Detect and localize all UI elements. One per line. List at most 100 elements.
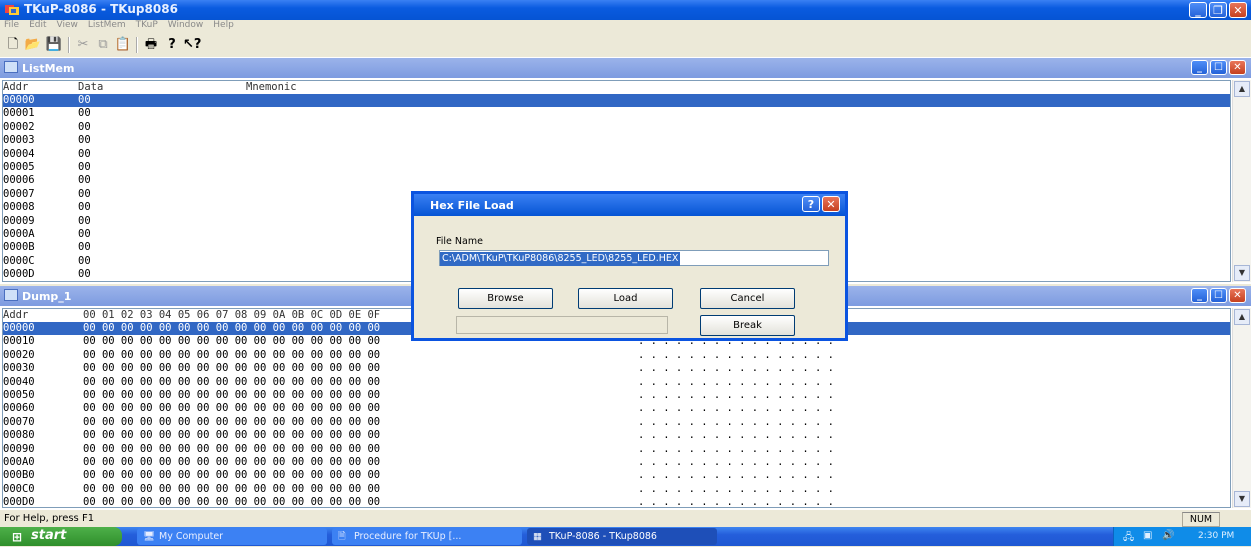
dump-scrollbar[interactable]: ▲ ▼ — [1232, 308, 1251, 508]
dump-row[interactable]: 000A0 00 00 00 00 00 00 00 00 00 00 00 00… — [3, 456, 1230, 469]
row-addr: 0000B — [3, 241, 35, 254]
task-label: TKuP-8086 - TKup8086 — [549, 531, 657, 542]
row-bytes: 00 00 00 00 00 00 00 00 00 00 00 00 00 0… — [83, 429, 381, 442]
row-data: 00 — [78, 227, 91, 240]
open-folder-icon[interactable]: 📂 — [24, 36, 42, 54]
help-icon[interactable]: ? — [802, 196, 820, 212]
row-data: 00 — [78, 120, 91, 133]
task-procedure-doc[interactable]: 🗎 Procedure for TKUp [... — [332, 528, 522, 545]
row-data: 00 — [78, 187, 91, 200]
scroll-up-icon[interactable]: ▲ — [1234, 309, 1250, 325]
menu-bar: File Edit View ListMem TKuP Window Help — [0, 20, 1251, 33]
app-title: TKuP-8086 - TKup8086 — [24, 2, 178, 16]
restore-button[interactable]: ❐ — [1209, 2, 1227, 18]
dump-minimize-button[interactable]: _ — [1191, 288, 1208, 303]
start-button[interactable]: ⊞ start — [0, 527, 122, 546]
row-bytes: 00 00 00 00 00 00 00 00 00 00 00 00 00 0… — [83, 496, 381, 508]
dump-row[interactable]: 00080 00 00 00 00 00 00 00 00 00 00 00 00… — [3, 429, 1230, 442]
dump-row[interactable]: 000B0 00 00 00 00 00 00 00 00 00 00 00 00… — [3, 469, 1230, 482]
new-file-icon[interactable]: 🗋 — [4, 36, 22, 54]
scroll-up-icon[interactable]: ▲ — [1234, 81, 1250, 97]
row-addr: 00040 — [3, 375, 35, 388]
dump-row[interactable]: 00030 00 00 00 00 00 00 00 00 00 00 00 00… — [3, 362, 1230, 375]
row-data: 00 — [78, 241, 91, 254]
cancel-button[interactable]: Cancel — [700, 288, 795, 309]
dialog-close-button[interactable]: ✕ — [822, 196, 840, 212]
save-icon[interactable]: 💾 — [45, 36, 63, 54]
listmem-row[interactable]: 00006 00 — [3, 174, 1230, 187]
listmem-maximize-button[interactable]: ☐ — [1210, 60, 1227, 75]
row-bytes: 00 00 00 00 00 00 00 00 00 00 00 00 00 0… — [83, 482, 381, 495]
app-title-bar[interactable]: TKuP-8086 - TKup8086 _ ❐ ✕ — [0, 0, 1251, 20]
dump-row[interactable]: 000C0 00 00 00 00 00 00 00 00 00 00 00 00… — [3, 483, 1230, 496]
dump-row[interactable]: 00050 00 00 00 00 00 00 00 00 00 00 00 00… — [3, 389, 1230, 402]
print-icon[interactable]: 🖶 — [142, 36, 160, 54]
dump-row[interactable]: 00040 00 00 00 00 00 00 00 00 00 00 00 00… — [3, 376, 1230, 389]
listmem-row[interactable]: 00002 00 — [3, 121, 1230, 134]
row-data: 00 — [78, 160, 91, 173]
network-icon[interactable]: 🖧 — [1123, 530, 1134, 547]
menu-view[interactable]: View — [57, 20, 78, 30]
listmem-row[interactable]: 00004 00 — [3, 148, 1230, 161]
browse-button[interactable]: Browse — [458, 288, 553, 309]
minimize-button[interactable]: _ — [1189, 2, 1207, 18]
break-button[interactable]: Break — [700, 315, 795, 336]
row-ascii: . . . . . . . . . . . . . . . . — [638, 455, 834, 468]
volume-icon[interactable]: 🔊 — [1162, 530, 1174, 541]
row-ascii: . . . . . . . . . . . . . . . . — [638, 429, 834, 442]
context-help-icon[interactable]: ↖? — [183, 36, 201, 54]
row-bytes: 00 00 00 00 00 00 00 00 00 00 00 00 00 0… — [83, 469, 381, 482]
menu-edit[interactable]: Edit — [29, 20, 46, 30]
listmem-row[interactable]: 00005 00 — [3, 161, 1230, 174]
row-bytes: 00 00 00 00 00 00 00 00 00 00 00 00 00 0… — [83, 455, 381, 468]
dump-row[interactable]: 00060 00 00 00 00 00 00 00 00 00 00 00 00… — [3, 402, 1230, 415]
dump-close-button[interactable]: ✕ — [1229, 288, 1246, 303]
computer-icon: 🖥 — [143, 531, 156, 542]
about-icon[interactable]: ? — [163, 36, 181, 54]
menu-help[interactable]: Help — [213, 20, 234, 30]
menu-file[interactable]: File — [4, 20, 19, 30]
row-ascii: . . . . . . . . . . . . . . . . — [638, 415, 834, 428]
listmem-title-bar[interactable]: ListMem _ ☐ ✕ — [0, 58, 1251, 78]
listmem-row[interactable]: 00000 00 — [3, 94, 1230, 108]
menu-tkup[interactable]: TKuP — [136, 20, 158, 30]
file-name-field[interactable]: C:\ADM\TKuP\TKuP8086\8255_LED\8255_LED.H… — [439, 250, 829, 266]
dialog-title-bar[interactable]: Hex File Load ? ✕ — [414, 194, 845, 216]
copy-icon[interactable]: ⧉ — [94, 36, 112, 54]
monitor-icon[interactable]: ▣ — [1143, 530, 1152, 541]
menu-window[interactable]: Window — [168, 20, 204, 30]
scroll-down-icon[interactable]: ▼ — [1234, 491, 1250, 507]
listmem-row[interactable]: 00001 00 — [3, 107, 1230, 120]
dump-row[interactable]: 00070 00 00 00 00 00 00 00 00 00 00 00 00… — [3, 416, 1230, 429]
row-ascii: . . . . . . . . . . . . . . . . — [638, 348, 834, 361]
listmem-close-button[interactable]: ✕ — [1229, 60, 1246, 75]
listmem-minimize-button[interactable]: _ — [1191, 60, 1208, 75]
listmem-header: Addr Data Mnemonic — [3, 81, 1230, 94]
dump-row[interactable]: 000D0 00 00 00 00 00 00 00 00 00 00 00 00… — [3, 496, 1230, 508]
scroll-down-icon[interactable]: ▼ — [1234, 265, 1250, 281]
dump-row[interactable]: 00020 00 00 00 00 00 00 00 00 00 00 00 00… — [3, 349, 1230, 362]
row-addr: 0000C — [3, 254, 35, 267]
row-data: 00 — [78, 134, 91, 147]
col-addr: Addr — [3, 309, 29, 321]
row-addr: 0000E — [3, 281, 78, 282]
dump-maximize-button[interactable]: ☐ — [1210, 288, 1227, 303]
task-my-computer[interactable]: 🖥 My Computer — [137, 528, 327, 545]
clock[interactable]: 2:30 PM — [1198, 531, 1234, 541]
paste-icon[interactable]: 📋 — [114, 36, 132, 54]
load-button[interactable]: Load — [578, 288, 673, 309]
menu-listmem[interactable]: ListMem — [88, 20, 126, 30]
task-label: Procedure for TKUp [... — [354, 531, 462, 542]
col-mnemonic: Mnemonic — [246, 81, 297, 93]
dump-row[interactable]: 00090 00 00 00 00 00 00 00 00 00 00 00 00… — [3, 443, 1230, 456]
col-addr: Addr — [3, 81, 29, 93]
listmem-row[interactable]: 00003 00 — [3, 134, 1230, 147]
cut-icon[interactable]: ✂ — [74, 36, 92, 54]
dialog-title: Hex File Load — [430, 199, 514, 212]
row-addr: 00005 — [3, 160, 35, 173]
close-button[interactable]: ✕ — [1229, 2, 1247, 18]
task-tkup8086[interactable]: ▦ TKuP-8086 - TKup8086 — [527, 528, 717, 545]
row-addr: 00070 — [3, 415, 35, 428]
row-ascii: . . . . . . . . . . . . . . . . — [638, 388, 834, 401]
listmem-scrollbar[interactable]: ▲ ▼ — [1232, 80, 1251, 282]
